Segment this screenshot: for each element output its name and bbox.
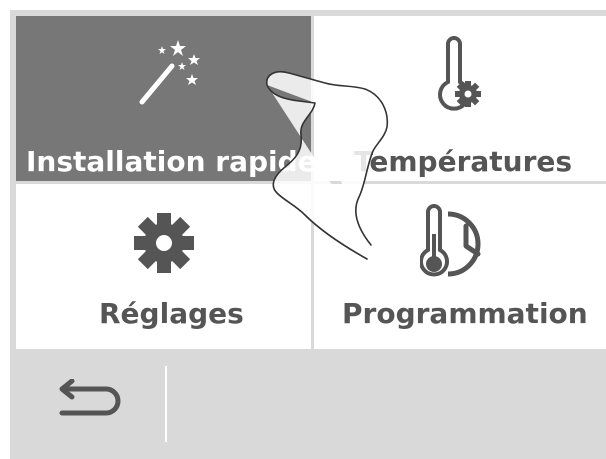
tile-label: Températures bbox=[354, 145, 573, 178]
tile-programming[interactable]: Programmation bbox=[314, 184, 606, 349]
bottom-bar bbox=[16, 352, 606, 459]
tile-label: Programmation bbox=[342, 297, 588, 330]
thermometer-gear-icon bbox=[430, 36, 490, 122]
back-button[interactable] bbox=[46, 378, 126, 428]
thermometer-clock-icon bbox=[419, 200, 500, 288]
back-arrow-icon bbox=[46, 378, 126, 427]
gear-icon bbox=[133, 212, 195, 278]
magic-wand-icon bbox=[134, 36, 204, 110]
tile-temperatures[interactable]: Températures bbox=[314, 16, 606, 181]
tile-quick-setup[interactable]: Installation rapide bbox=[16, 16, 317, 181]
tile-settings[interactable]: Réglages bbox=[16, 184, 311, 349]
tile-label: Installation rapide bbox=[26, 145, 317, 178]
tile-label: Réglages bbox=[99, 297, 244, 330]
divider bbox=[165, 366, 167, 442]
